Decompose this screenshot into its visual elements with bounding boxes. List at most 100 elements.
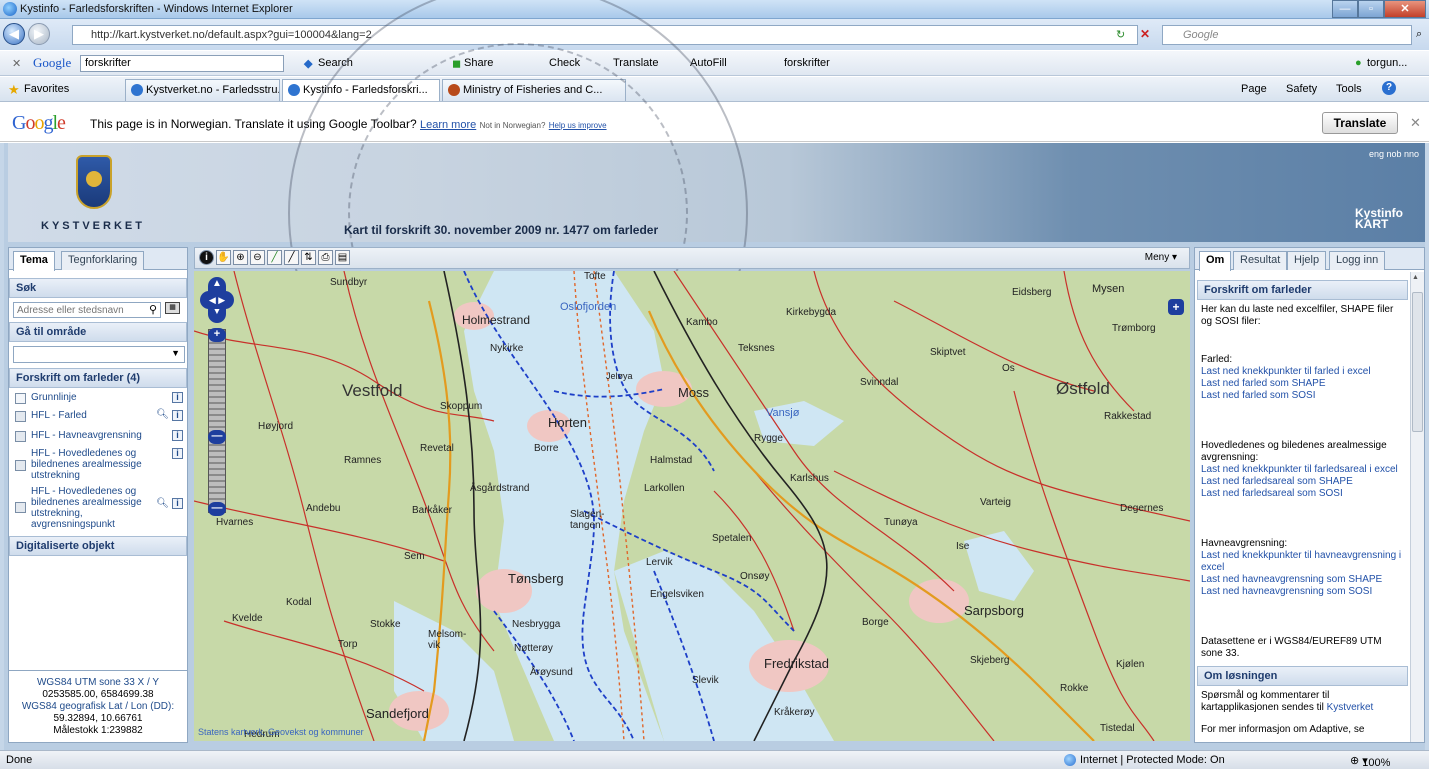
havne-sosi-link[interactable]: Last ned havneavgrensning som SOSI bbox=[1201, 586, 1404, 598]
zoom-to-icon[interactable]: 🔍︎ bbox=[156, 409, 169, 420]
map-label-ramnes: Ramnes bbox=[344, 455, 382, 466]
digital-objects-header[interactable]: Digitaliserte objekt bbox=[9, 536, 187, 556]
info-tool-icon[interactable]: i bbox=[199, 250, 214, 265]
layer-avgrensningspunkt[interactable]: HFL - Hovedledenes og bilednenes arealme… bbox=[9, 484, 187, 534]
kystverket-link[interactable]: Kystverket bbox=[1327, 702, 1374, 713]
google-query-input[interactable]: forskrifter bbox=[80, 55, 284, 72]
layer-checkbox[interactable] bbox=[15, 393, 26, 404]
farled-excel-link[interactable]: Last ned knekkpunkter til farled i excel bbox=[1201, 366, 1404, 378]
expand-panel-button[interactable]: + bbox=[1168, 299, 1184, 315]
search-icon[interactable]: ⚲ bbox=[149, 303, 157, 316]
scroll-thumb[interactable] bbox=[1412, 292, 1423, 432]
forward-button[interactable]: ▶ bbox=[28, 23, 50, 45]
goto-area-header[interactable]: Gå til område bbox=[9, 322, 187, 342]
map-menu-button[interactable]: Meny ▾ bbox=[1145, 252, 1177, 263]
print-tool-icon[interactable]: ⎙ bbox=[318, 250, 333, 265]
map-label-notteroy: Nøtterøy bbox=[514, 643, 553, 654]
scroll-up-icon[interactable]: ▲ bbox=[1412, 274, 1419, 281]
forskrift-section-header[interactable]: Forskrift om farleder bbox=[1197, 280, 1408, 300]
farled-shape-link[interactable]: Last ned farled som SHAPE bbox=[1201, 378, 1404, 390]
farledsareal-shape-link[interactable]: Last ned farledsareal som SHAPE bbox=[1201, 476, 1404, 488]
tab-hjelp[interactable]: Hjelp bbox=[1287, 251, 1327, 270]
favorites-button[interactable]: Favorites bbox=[24, 83, 69, 95]
page-menu-button[interactable]: Page bbox=[1241, 83, 1267, 95]
zoom-in-tool-icon[interactable]: ⊕ bbox=[233, 250, 248, 265]
map-label-borge: Borge bbox=[862, 617, 889, 628]
layers-header[interactable]: Forskrift om farleder (4) bbox=[9, 368, 187, 388]
url-text: http://kart.kystverket.no/default.aspx?g… bbox=[91, 29, 372, 41]
info-icon[interactable]: i bbox=[172, 430, 183, 441]
right-panel-scrollbar[interactable]: ▲ bbox=[1410, 272, 1424, 742]
info-icon[interactable]: i bbox=[172, 392, 183, 403]
tab-logg-inn[interactable]: Logg inn bbox=[1329, 251, 1386, 270]
zoom-out-button[interactable]: — bbox=[208, 502, 226, 516]
refresh-map-icon[interactable]: ⇅ bbox=[301, 250, 316, 265]
window-title: Kystinfo - Farledsforskriften - Windows … bbox=[20, 3, 293, 15]
layer-checkbox[interactable] bbox=[15, 460, 26, 471]
safety-menu-button[interactable]: Safety bbox=[1286, 83, 1317, 95]
layer-farled[interactable]: HFL - Farled 🔍︎ i bbox=[9, 408, 187, 428]
security-zone-text[interactable]: Internet | Protected Mode: On bbox=[1080, 754, 1225, 766]
map-label-horten: Horten bbox=[548, 415, 588, 430]
farledsareal-excel-link[interactable]: Last ned knekkpunkter til farledsareal i… bbox=[1201, 464, 1404, 476]
export-tool-icon[interactable]: ▤ bbox=[335, 250, 350, 265]
close-window-button[interactable]: ✕ bbox=[1384, 0, 1426, 18]
zoom-out-tool-icon[interactable]: ⊖ bbox=[250, 250, 265, 265]
area-select[interactable]: ▼ bbox=[13, 346, 185, 363]
measure-tool-icon[interactable]: ╱ bbox=[267, 250, 282, 265]
refresh-icon[interactable]: ↻ bbox=[1116, 28, 1125, 41]
back-button[interactable]: ◀ bbox=[3, 23, 25, 45]
minimize-button[interactable]: — bbox=[1332, 0, 1358, 18]
layer-hovedledenes[interactable]: HFL - Hovedledenes og bilednenes arealme… bbox=[9, 446, 187, 484]
havne-shape-link[interactable]: Last ned havneavgrensning som SHAPE bbox=[1201, 574, 1404, 586]
maximize-button[interactable]: ▫ bbox=[1358, 0, 1384, 18]
zoom-slider-thumb[interactable]: — bbox=[208, 430, 226, 444]
havne-excel-link[interactable]: Last ned knekkpunkter til havneavgrensni… bbox=[1201, 550, 1404, 574]
info-icon[interactable]: i bbox=[172, 448, 183, 459]
layer-havneavgrensning[interactable]: HFL - Havneavgrensning i bbox=[9, 428, 187, 446]
farledsareal-sosi-link[interactable]: Last ned farledsareal som SOSI bbox=[1201, 488, 1404, 500]
layer-grunnlinje[interactable]: Grunnlinje i bbox=[9, 390, 187, 408]
layer-checkbox[interactable] bbox=[15, 431, 26, 442]
zoom-slider[interactable]: + — — bbox=[208, 328, 226, 516]
layer-checkbox[interactable] bbox=[15, 502, 26, 513]
zoom-in-button[interactable]: + bbox=[208, 328, 226, 342]
user-account-button[interactable]: torgun... bbox=[1367, 57, 1407, 69]
tab-tema[interactable]: Tema bbox=[13, 251, 55, 271]
layer-checkbox[interactable] bbox=[15, 411, 26, 422]
farled-sosi-link[interactable]: Last ned farled som SOSI bbox=[1201, 390, 1404, 402]
tab-kystverket-farled[interactable]: Kystverket.no - Farledsstru... bbox=[125, 79, 280, 101]
favorites-star-icon: ★ bbox=[8, 82, 20, 97]
info-icon[interactable]: i bbox=[172, 498, 183, 509]
google-logo[interactable]: Google bbox=[33, 55, 71, 71]
tab-resultat[interactable]: Resultat bbox=[1233, 251, 1288, 270]
stop-icon[interactable]: ✕ bbox=[1140, 27, 1150, 41]
highlight-term-button[interactable]: forskrifter bbox=[784, 57, 830, 69]
tools-menu-button[interactable]: Tools bbox=[1336, 83, 1362, 95]
keyboard-icon[interactable]: ▦ bbox=[165, 302, 180, 314]
tab-om[interactable]: Om bbox=[1199, 251, 1232, 271]
pan-left-right-arrows[interactable]: ◀ ▶ bbox=[200, 291, 234, 309]
zoom-level[interactable]: ⊕ 100% ▾ bbox=[1350, 754, 1390, 769]
farled-heading: Farled: bbox=[1201, 354, 1233, 365]
search-section-header[interactable]: Søk bbox=[9, 278, 187, 298]
pan-control[interactable]: ▲ ▼ ◀ ▶ bbox=[200, 277, 234, 323]
search-box[interactable]: Google bbox=[1162, 25, 1412, 45]
close-translate-icon[interactable]: ✕ bbox=[1410, 115, 1421, 131]
help-icon[interactable]: ? bbox=[1382, 81, 1396, 95]
translate-button[interactable]: Translate bbox=[1322, 112, 1398, 134]
tab-tegnforklaring[interactable]: Tegnforklaring bbox=[61, 251, 145, 270]
info-icon[interactable]: i bbox=[172, 410, 183, 421]
pan-hand-icon[interactable]: ✋ bbox=[216, 250, 231, 265]
toolbar-close-icon[interactable]: ✕ bbox=[12, 57, 21, 70]
search-go-icon[interactable]: ⌕ bbox=[1416, 28, 1422, 41]
layer-list: Grunnlinje i HFL - Farled 🔍︎ i HFL - Havnea… bbox=[9, 388, 187, 534]
zoom-to-icon[interactable]: 🔍︎ bbox=[156, 498, 169, 509]
place-search-input[interactable] bbox=[13, 302, 161, 318]
map-canvas[interactable]: Vestfold Østfold Holmestrand Oslofjorden… bbox=[194, 271, 1190, 741]
om-losningen-header[interactable]: Om løsningen bbox=[1197, 666, 1408, 686]
draw-tool-icon[interactable]: ╱ bbox=[284, 250, 299, 265]
map-label-sundbyr: Sundbyr bbox=[330, 277, 368, 288]
map-copyright: Statens kartverk, Geovekst og kommuner bbox=[198, 727, 364, 737]
language-selector[interactable]: eng nob nno bbox=[1369, 149, 1419, 159]
